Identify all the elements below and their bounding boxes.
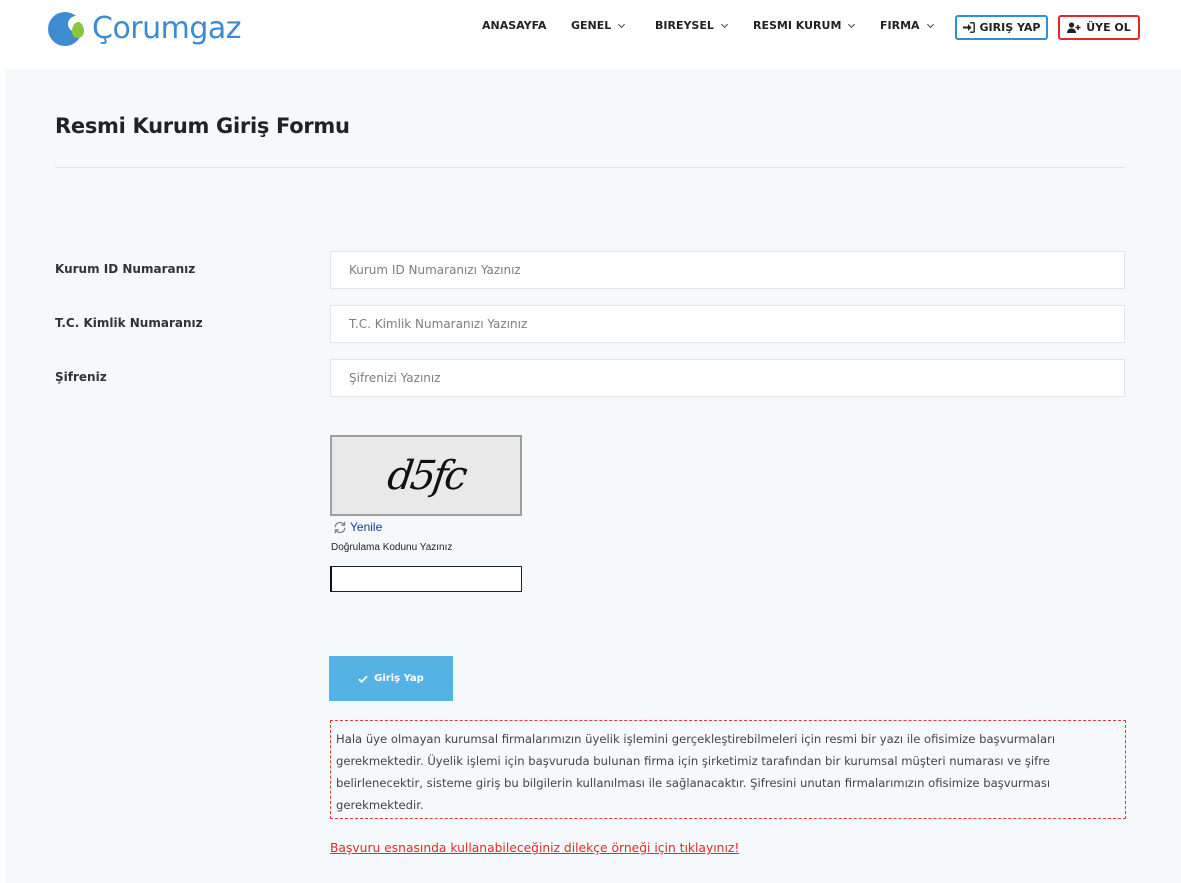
title-divider — [55, 167, 1125, 168]
password-input[interactable] — [330, 359, 1125, 397]
login-button[interactable]: GIRIŞ YAP — [955, 15, 1048, 40]
nav-institution[interactable]: RESMI KURUM — [753, 19, 856, 32]
nav-general[interactable]: GENEL — [571, 19, 626, 32]
membership-notice-text: Hala üye olmayan kurumsal firmalarımızın… — [336, 732, 1056, 812]
user-plus-icon — [1067, 22, 1081, 33]
institution-id-input[interactable] — [330, 251, 1125, 289]
chevron-down-icon — [926, 20, 934, 28]
sign-in-icon — [962, 22, 975, 33]
login-button-label: GIRIŞ YAP — [979, 21, 1041, 34]
institution-id-label: Kurum ID Numaranız — [55, 262, 196, 276]
captcha-refresh-link[interactable]: Yenile — [333, 520, 382, 534]
membership-notice: Hala üye olmayan kurumsal firmalarımızın… — [330, 720, 1126, 819]
captcha-verify-label: Doğrulama Kodunu Yazınız — [331, 542, 453, 553]
nav-general-label: GENEL — [571, 19, 612, 32]
nav-individual-label: BIREYSEL — [655, 19, 714, 32]
captcha-code: d5fc — [384, 452, 468, 499]
brand-logo[interactable]: Çorumgaz — [48, 9, 242, 49]
captcha-input[interactable] — [330, 566, 522, 592]
nav-institution-label: RESMI KURUM — [753, 19, 842, 32]
chevron-down-icon — [618, 20, 626, 28]
site-header: Çorumgaz ANASAYFA GENEL BIREYSEL RESMI K… — [0, 0, 1181, 58]
nav-individual[interactable]: BIREYSEL — [655, 19, 728, 32]
nav-home-label: ANASAYFA — [482, 19, 547, 32]
page-title: Resmi Kurum Giriş Formu — [55, 114, 350, 138]
refresh-icon — [334, 521, 346, 533]
register-button[interactable]: ÜYE OL — [1058, 15, 1140, 40]
captcha-image: d5fc — [330, 435, 522, 516]
nav-company-label: FIRMA — [880, 19, 920, 32]
tc-id-label: T.C. Kimlik Numaranız — [55, 316, 203, 330]
nav-company[interactable]: FIRMA — [880, 19, 934, 32]
chevron-down-icon — [720, 20, 728, 28]
brand-name: Çorumgaz — [92, 11, 242, 46]
petition-example-link[interactable]: Başvuru esnasında kullanabileceğiniz dil… — [330, 841, 739, 855]
submit-button-label: Giriş Yap — [374, 673, 424, 684]
logo-mark-icon — [48, 10, 88, 48]
nav-home[interactable]: ANASAYFA — [482, 19, 546, 32]
submit-button[interactable]: Giriş Yap — [329, 656, 453, 701]
chevron-down-icon — [848, 20, 856, 28]
password-label: Şifreniz — [55, 370, 107, 384]
captcha-refresh-label: Yenile — [350, 520, 383, 534]
check-icon — [358, 675, 368, 683]
register-button-label: ÜYE OL — [1086, 21, 1131, 34]
tc-id-input[interactable] — [330, 305, 1125, 343]
